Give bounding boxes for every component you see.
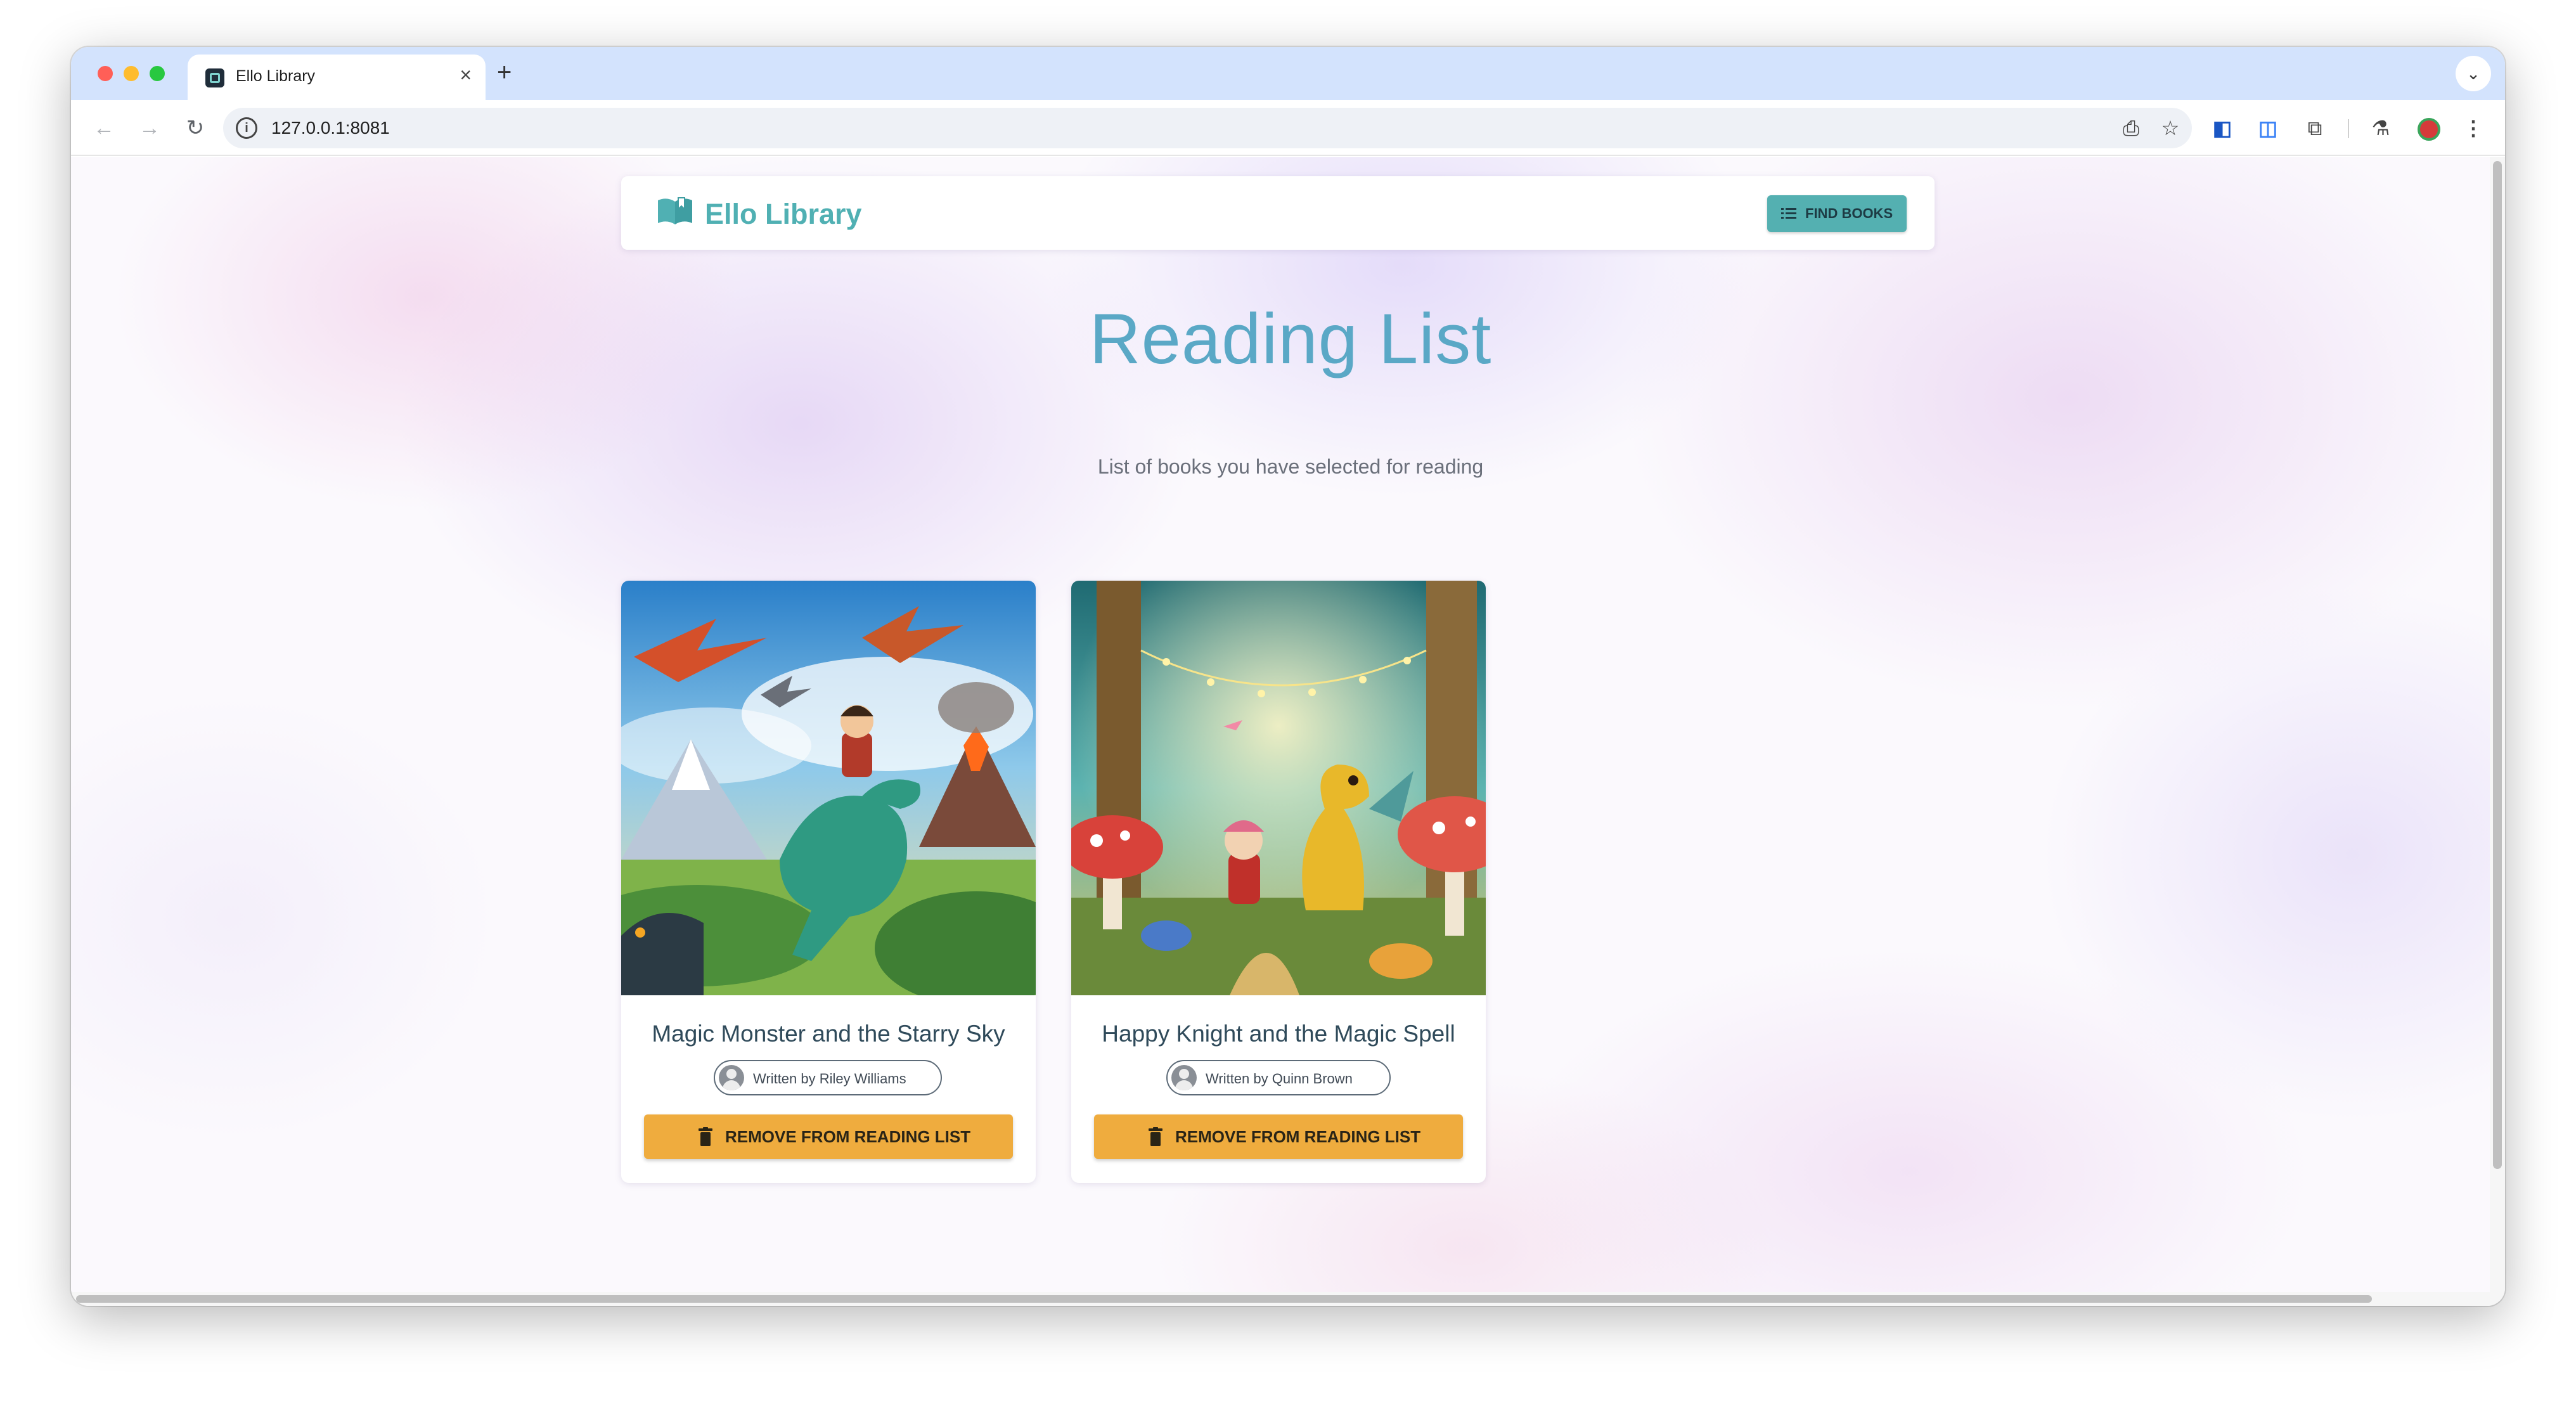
book-cover-image [621, 581, 1036, 995]
install-app-icon[interactable]: ⎙ [2118, 115, 2144, 141]
tab-search-chevron-icon[interactable]: ⌄ [2456, 56, 2491, 91]
vertical-scrollbar-thumb[interactable] [2493, 161, 2502, 1169]
book-card: Happy Knight and the Magic Spell Written… [1071, 581, 1486, 1183]
toolbar-divider [2348, 119, 2349, 138]
app-header: Ello Library FIND BOOKS [621, 176, 1935, 250]
reload-icon[interactable]: ↻ [180, 113, 210, 143]
author-name: Written by Riley Williams [753, 1071, 906, 1087]
page-viewport: Ello Library FIND BOOKS Reading List Lis… [71, 157, 2490, 1292]
labs-flask-icon[interactable]: ⚗ [2366, 113, 2396, 143]
browser-window: Ello Library × + ⌄ ← → ↻ i 127.0.0.1:808… [71, 47, 2505, 1306]
bookmark-star-icon[interactable]: ☆ [2158, 115, 2183, 141]
profile-avatar[interactable] [2418, 118, 2440, 141]
page-subtitle: List of books you have selected for read… [1097, 455, 1484, 478]
extension-icon[interactable]: ◫ [2253, 113, 2283, 143]
remove-from-reading-list-button[interactable]: REMOVE FROM READING LIST [644, 1114, 1013, 1159]
vertical-scrollbar[interactable] [2490, 157, 2505, 1292]
extensions-puzzle-icon[interactable]: ⧉ [2300, 113, 2330, 143]
book-title: Happy Knight and the Magic Spell [1102, 1021, 1455, 1047]
remove-button-label: REMOVE FROM READING LIST [1175, 1127, 1421, 1146]
author-chip[interactable]: Written by Quinn Brown [1166, 1060, 1391, 1095]
address-bar[interactable]: i 127.0.0.1:8081 ⎙ ☆ [223, 108, 2192, 148]
remove-from-reading-list-button[interactable]: REMOVE FROM READING LIST [1094, 1114, 1463, 1159]
minimize-window-button[interactable] [124, 66, 139, 81]
find-books-button[interactable]: FIND BOOKS [1767, 195, 1907, 232]
trash-icon [699, 1127, 712, 1146]
open-book-icon [658, 197, 692, 224]
tab-title: Ello Library [236, 67, 316, 85]
extension-icon[interactable]: ◧ [2207, 113, 2238, 143]
author-name: Written by Quinn Brown [1206, 1071, 1353, 1087]
url-text[interactable]: 127.0.0.1:8081 [271, 118, 390, 138]
list-icon [1781, 208, 1796, 219]
tab-strip: Ello Library × + ⌄ [71, 47, 2505, 100]
browser-toolbar: ← → ↻ i 127.0.0.1:8081 ⎙ ☆ ◧ ◫ ⧉ ⚗ ⋮ [71, 100, 2505, 156]
book-title: Magic Monster and the Starry Sky [652, 1021, 1005, 1047]
tab-close-icon[interactable]: × [460, 65, 472, 85]
back-arrow-icon[interactable]: ← [89, 113, 119, 143]
author-chip[interactable]: Written by Riley Williams [714, 1060, 942, 1095]
browser-tab[interactable]: Ello Library × [188, 55, 486, 100]
browser-menu-icon[interactable]: ⋮ [2458, 113, 2489, 143]
site-info-icon[interactable]: i [236, 117, 257, 139]
book-cover-image [1071, 581, 1486, 995]
new-tab-icon[interactable]: + [497, 60, 512, 85]
horizontal-scrollbar[interactable] [71, 1292, 2505, 1306]
page-title: Reading List [1089, 299, 1492, 378]
horizontal-scrollbar-thumb[interactable] [76, 1295, 2372, 1303]
author-avatar-icon [1171, 1065, 1197, 1090]
maximize-window-button[interactable] [150, 66, 165, 81]
favicon-icon [205, 68, 224, 87]
author-avatar-icon [719, 1065, 744, 1090]
find-books-label: FIND BOOKS [1805, 205, 1893, 221]
book-card: Magic Monster and the Starry Sky Written… [621, 581, 1036, 1183]
close-window-button[interactable] [98, 66, 113, 81]
remove-button-label: REMOVE FROM READING LIST [725, 1127, 971, 1146]
app-logo-text[interactable]: Ello Library [705, 198, 862, 231]
trash-icon [1149, 1127, 1162, 1146]
forward-arrow-icon[interactable]: → [134, 113, 165, 143]
